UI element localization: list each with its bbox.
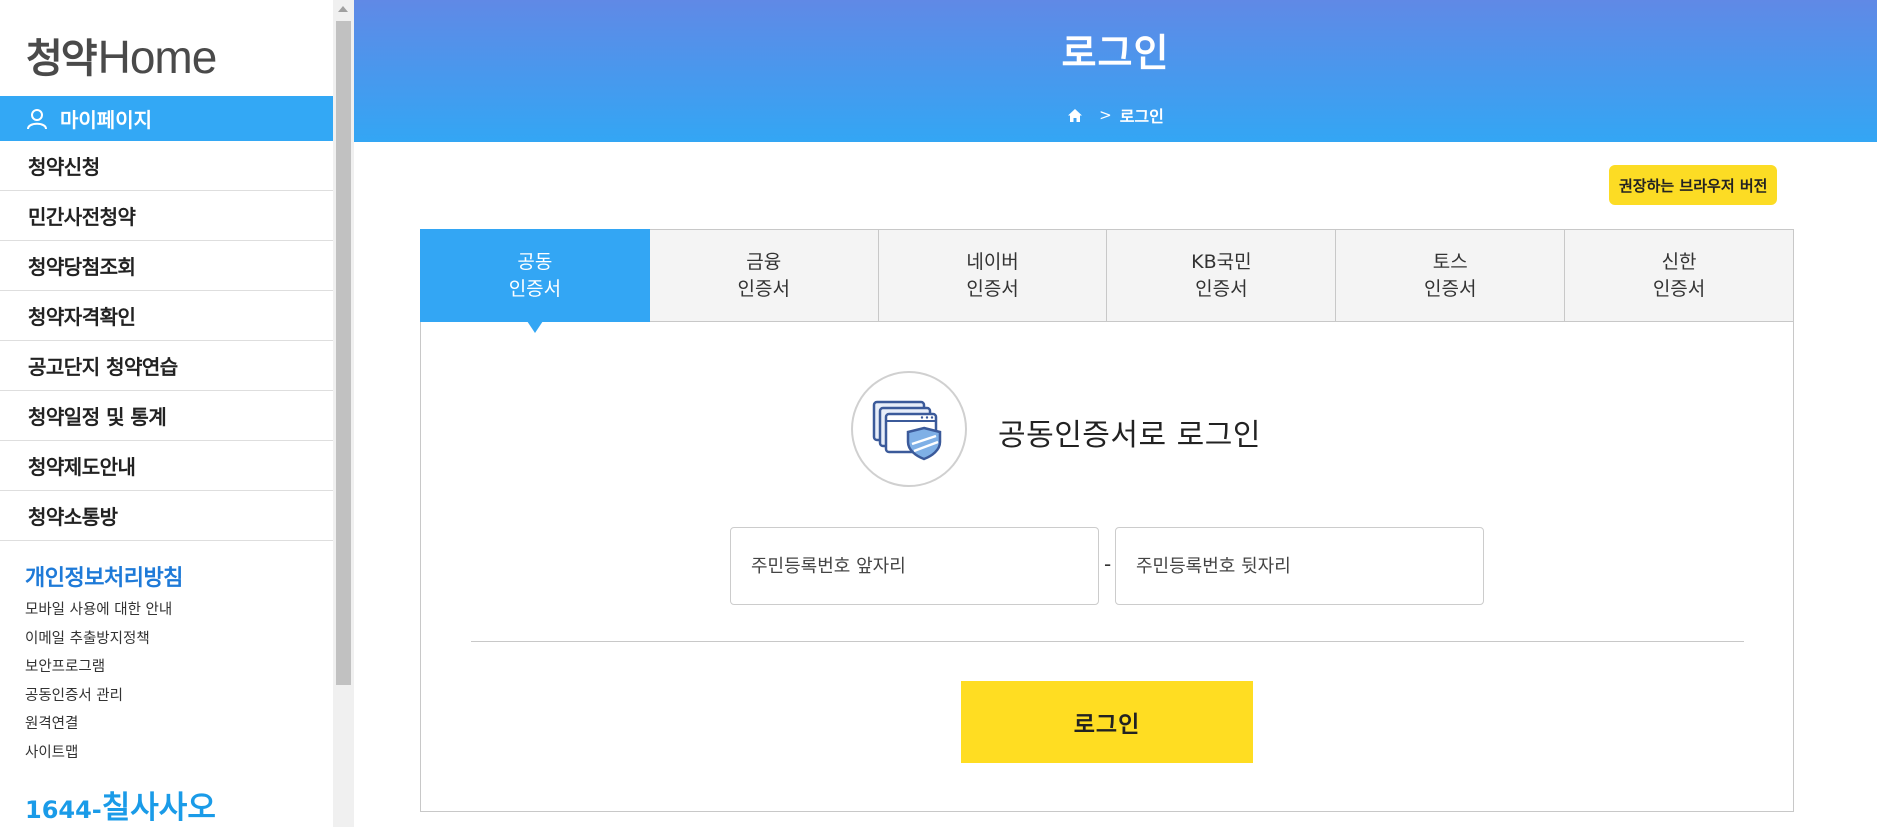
site-logo[interactable]: 청약 Home — [26, 28, 266, 84]
certificate-tabs: 공동 인증서 금융 인증서 네이버 인증서 KB국민 인증서 토스 인증서 신한… — [420, 229, 1794, 333]
sidebar-item-system-guide[interactable]: 청약제도안내 — [0, 441, 333, 491]
tab-joint-certificate[interactable]: 공동 인증서 — [420, 229, 650, 333]
sidebar: 청약 Home 마이페이지 청약신청 민간사전청약 청약당첨조회 청약자격확인 … — [0, 0, 333, 827]
tab-label-line2: 인증서 — [508, 277, 562, 300]
mypage-button[interactable]: 마이페이지 — [0, 96, 333, 141]
link-security-program[interactable]: 보안프로그램 — [25, 653, 172, 682]
recommended-browser-button[interactable]: 권장하는 브라우저 버전 — [1609, 165, 1778, 205]
mypage-label: 마이페이지 — [60, 108, 152, 132]
phone-number-text: 칠사사오 — [101, 790, 216, 826]
call-center-number: 1644- 칠사사오 — [25, 782, 216, 827]
tab-label-line2: 인증서 — [1424, 277, 1477, 300]
tab-toss-certificate[interactable]: 토스 인증서 — [1336, 229, 1566, 322]
sidebar-item-private-pre-subscription[interactable]: 민간사전청약 — [0, 191, 333, 241]
link-email-policy[interactable]: 이메일 추출방지정책 — [25, 625, 172, 654]
sidebar-item-eligibility-check[interactable]: 청약자격확인 — [0, 291, 333, 341]
phone-number-prefix: 1644- — [25, 796, 102, 824]
tab-label-line2: 인증서 — [1195, 277, 1248, 300]
main-content: 로그인 > 로그인 권장하는 브라우저 버전 공동 인증서 금융 인증서 네이버… — [354, 0, 1877, 827]
tab-label-line1: KB국민 — [1191, 250, 1252, 273]
login-panel: 공동 인증서 금융 인증서 네이버 인증서 KB국민 인증서 토스 인증서 신한… — [420, 229, 1794, 812]
tab-label-line1: 금융 — [746, 250, 782, 273]
home-icon[interactable] — [1067, 108, 1083, 123]
link-certificate-management[interactable]: 공동인증서 관리 — [25, 682, 172, 711]
breadcrumb-current: 로그인 — [1119, 107, 1164, 126]
footer-links: 모바일 사용에 대한 안내 이메일 추출방지정책 보안프로그램 공동인증서 관리… — [25, 596, 172, 767]
tab-label-line1: 공동 — [517, 250, 553, 273]
logo-text-kr: 청약 — [26, 36, 98, 82]
tab-label-line2: 인증서 — [1652, 277, 1706, 300]
breadcrumb: > 로그인 — [354, 103, 1877, 127]
scroll-up-arrow-icon[interactable] — [338, 6, 348, 12]
breadcrumb-chevron-icon: > — [1099, 106, 1112, 124]
link-remote-connection[interactable]: 원격연결 — [25, 710, 172, 739]
sidebar-item-communication[interactable]: 청약소통방 — [0, 491, 333, 541]
logo-text-en: Home — [97, 31, 218, 83]
sidebar-item-winner-check[interactable]: 청약당첨조회 — [0, 241, 333, 291]
privacy-policy-link[interactable]: 개인정보처리방침 — [25, 560, 183, 592]
tab-naver-certificate[interactable]: 네이버 인증서 — [878, 229, 1108, 322]
tab-label-line1: 네이버 — [966, 250, 1019, 273]
tab-label-line2: 인증서 — [966, 277, 1019, 300]
sidebar-item-apply[interactable]: 청약신청 — [0, 141, 333, 191]
login-heading: 공동인증서로 로그인 — [998, 418, 1261, 453]
tab-shinhan-certificate[interactable]: 신한 인증서 — [1565, 229, 1794, 322]
login-button[interactable]: 로그인 — [961, 681, 1253, 763]
scrollbar-thumb[interactable] — [336, 21, 351, 685]
rrn-separator: - — [1104, 552, 1112, 576]
link-sitemap[interactable]: 사이트맵 — [25, 739, 172, 768]
page-title: 로그인 — [1061, 31, 1170, 75]
divider — [471, 641, 1744, 642]
tab-financial-certificate[interactable]: 금융 인증서 — [649, 229, 879, 322]
certificate-shield-icon — [851, 371, 967, 487]
tab-label-line2: 인증서 — [737, 277, 790, 300]
sidebar-item-practice[interactable]: 공고단지 청약연습 — [0, 341, 333, 391]
link-mobile-guide[interactable]: 모바일 사용에 대한 안내 — [25, 596, 172, 625]
rrn-back-input[interactable] — [1115, 527, 1484, 605]
tab-kb-certificate[interactable]: KB국민 인증서 — [1107, 229, 1337, 322]
rrn-front-input[interactable] — [730, 527, 1099, 605]
tab-label-line1: 신한 — [1661, 250, 1697, 273]
user-icon — [27, 108, 47, 129]
sidebar-menu: 청약신청 민간사전청약 청약당첨조회 청약자격확인 공고단지 청약연습 청약일정… — [0, 141, 333, 541]
sidebar-scrollbar[interactable] — [333, 0, 354, 827]
page-header-banner: 로그인 > 로그인 — [354, 0, 1877, 142]
sidebar-item-schedule-stats[interactable]: 청약일정 및 통계 — [0, 391, 333, 441]
tab-label-line1: 토스 — [1432, 250, 1468, 273]
